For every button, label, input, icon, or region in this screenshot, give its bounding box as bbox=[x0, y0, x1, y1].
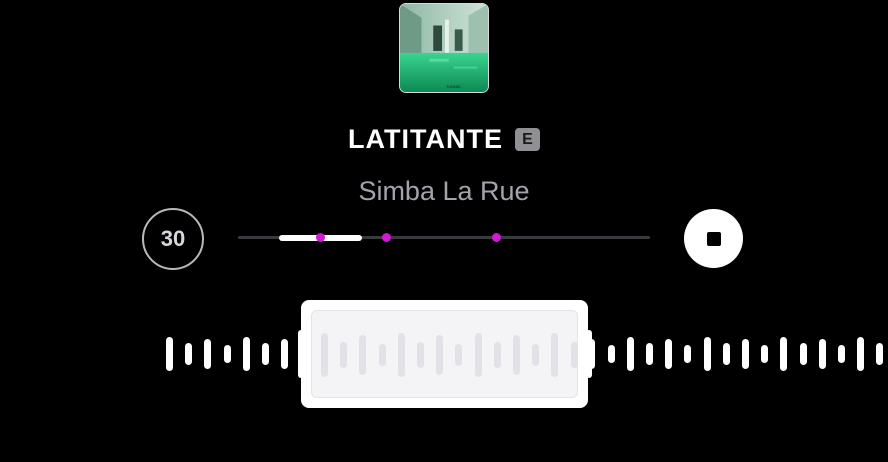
album-artwork-image: TUNNEL bbox=[400, 4, 488, 92]
waveform-bar bbox=[627, 337, 634, 371]
skip-30-label: 30 bbox=[160, 226, 186, 251]
selection-handle-right[interactable] bbox=[586, 330, 592, 378]
waveform-bar-selected bbox=[475, 333, 482, 377]
waveform-bar-selected bbox=[436, 335, 443, 375]
explicit-badge: E bbox=[514, 128, 540, 151]
waveform-selection[interactable] bbox=[301, 300, 588, 408]
waveform-bar-selected bbox=[340, 342, 347, 368]
waveform-bar bbox=[761, 345, 768, 363]
player-screen: TUNNEL LATITANTE E Simba La Rue 30 bbox=[0, 0, 888, 462]
waveform-bar bbox=[876, 343, 883, 365]
waveform-bar bbox=[684, 345, 691, 363]
waveform-bar bbox=[800, 343, 807, 365]
chapter-marker bbox=[315, 233, 325, 242]
track-title: LATITANTE bbox=[348, 124, 503, 154]
waveform-bar bbox=[646, 343, 653, 365]
waveform-bar bbox=[742, 339, 749, 369]
selection-handle-left[interactable] bbox=[298, 330, 304, 378]
waveform-bar bbox=[281, 339, 288, 369]
waveform-bar bbox=[665, 339, 672, 369]
waveform-bar bbox=[224, 345, 231, 363]
waveform-bar bbox=[243, 337, 250, 371]
album-artwork[interactable]: TUNNEL bbox=[399, 3, 489, 93]
waveform-bar-selected bbox=[379, 344, 386, 366]
waveform-bar bbox=[704, 337, 711, 371]
waveform-bar-selected bbox=[398, 333, 405, 377]
waveform-bar bbox=[608, 345, 615, 363]
waveform-bar-selected bbox=[494, 342, 501, 368]
waveform-bar bbox=[780, 337, 787, 371]
skip-30-button[interactable]: 30 bbox=[142, 208, 204, 270]
progress-track[interactable] bbox=[238, 233, 650, 242]
waveform-bar bbox=[723, 343, 730, 365]
waveform-bar-selected bbox=[551, 333, 558, 377]
waveform-bar-selected bbox=[321, 333, 328, 377]
svg-text:TUNNEL: TUNNEL bbox=[446, 84, 462, 89]
waveform-bar bbox=[819, 339, 826, 369]
waveform-bar-selected bbox=[532, 344, 539, 366]
waveform-bar bbox=[185, 343, 192, 365]
waveform-bar bbox=[857, 337, 864, 371]
chapter-marker bbox=[492, 233, 502, 242]
artist-name[interactable]: Simba La Rue bbox=[0, 176, 888, 207]
chapter-marker bbox=[381, 233, 391, 242]
waveform-bar bbox=[166, 337, 173, 371]
waveform-bar-selected bbox=[513, 335, 520, 375]
waveform-bar-selected bbox=[571, 342, 578, 368]
waveform-bar bbox=[262, 343, 269, 365]
stop-icon bbox=[706, 231, 721, 246]
waveform-bar bbox=[838, 345, 845, 363]
waveform-bar-selected bbox=[417, 342, 424, 368]
waveform-bar-selected bbox=[455, 344, 462, 366]
waveform-bar-selected bbox=[359, 335, 366, 375]
stop-button[interactable] bbox=[684, 209, 743, 268]
title-row: LATITANTE E bbox=[0, 124, 888, 155]
waveform-bar bbox=[204, 339, 211, 369]
selection-window bbox=[311, 310, 578, 398]
